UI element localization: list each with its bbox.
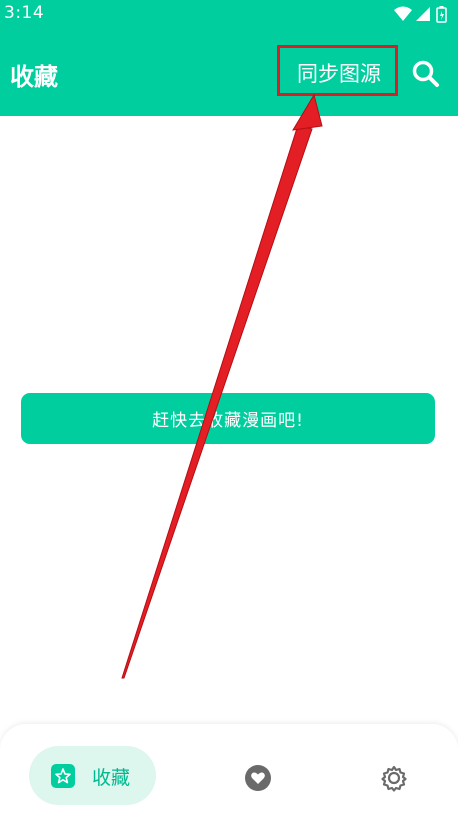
nav-tab-favorites[interactable]: 收藏 [29, 746, 156, 805]
wifi-icon [394, 6, 412, 21]
bottom-navigation: 收藏 [0, 724, 458, 820]
status-icons [392, 4, 452, 24]
nav-tab-favorites-label: 收藏 [92, 767, 131, 789]
status-bar: 3:14 [0, 0, 458, 28]
search-icon[interactable] [410, 58, 440, 88]
star-icon [51, 764, 75, 788]
status-time: 3:14 [4, 3, 45, 23]
cellular-signal-icon [416, 7, 430, 21]
go-collect-comics-button[interactable]: 赶快去收藏漫画吧! [21, 393, 435, 444]
settings-gear-icon [381, 765, 407, 792]
annotation-highlight-box [277, 45, 398, 96]
nav-tab-settings[interactable] [380, 764, 408, 792]
nav-tab-heart[interactable] [244, 764, 272, 792]
page-title: 收藏 [10, 63, 58, 91]
heart-icon [245, 765, 271, 791]
battery-icon [436, 6, 447, 23]
